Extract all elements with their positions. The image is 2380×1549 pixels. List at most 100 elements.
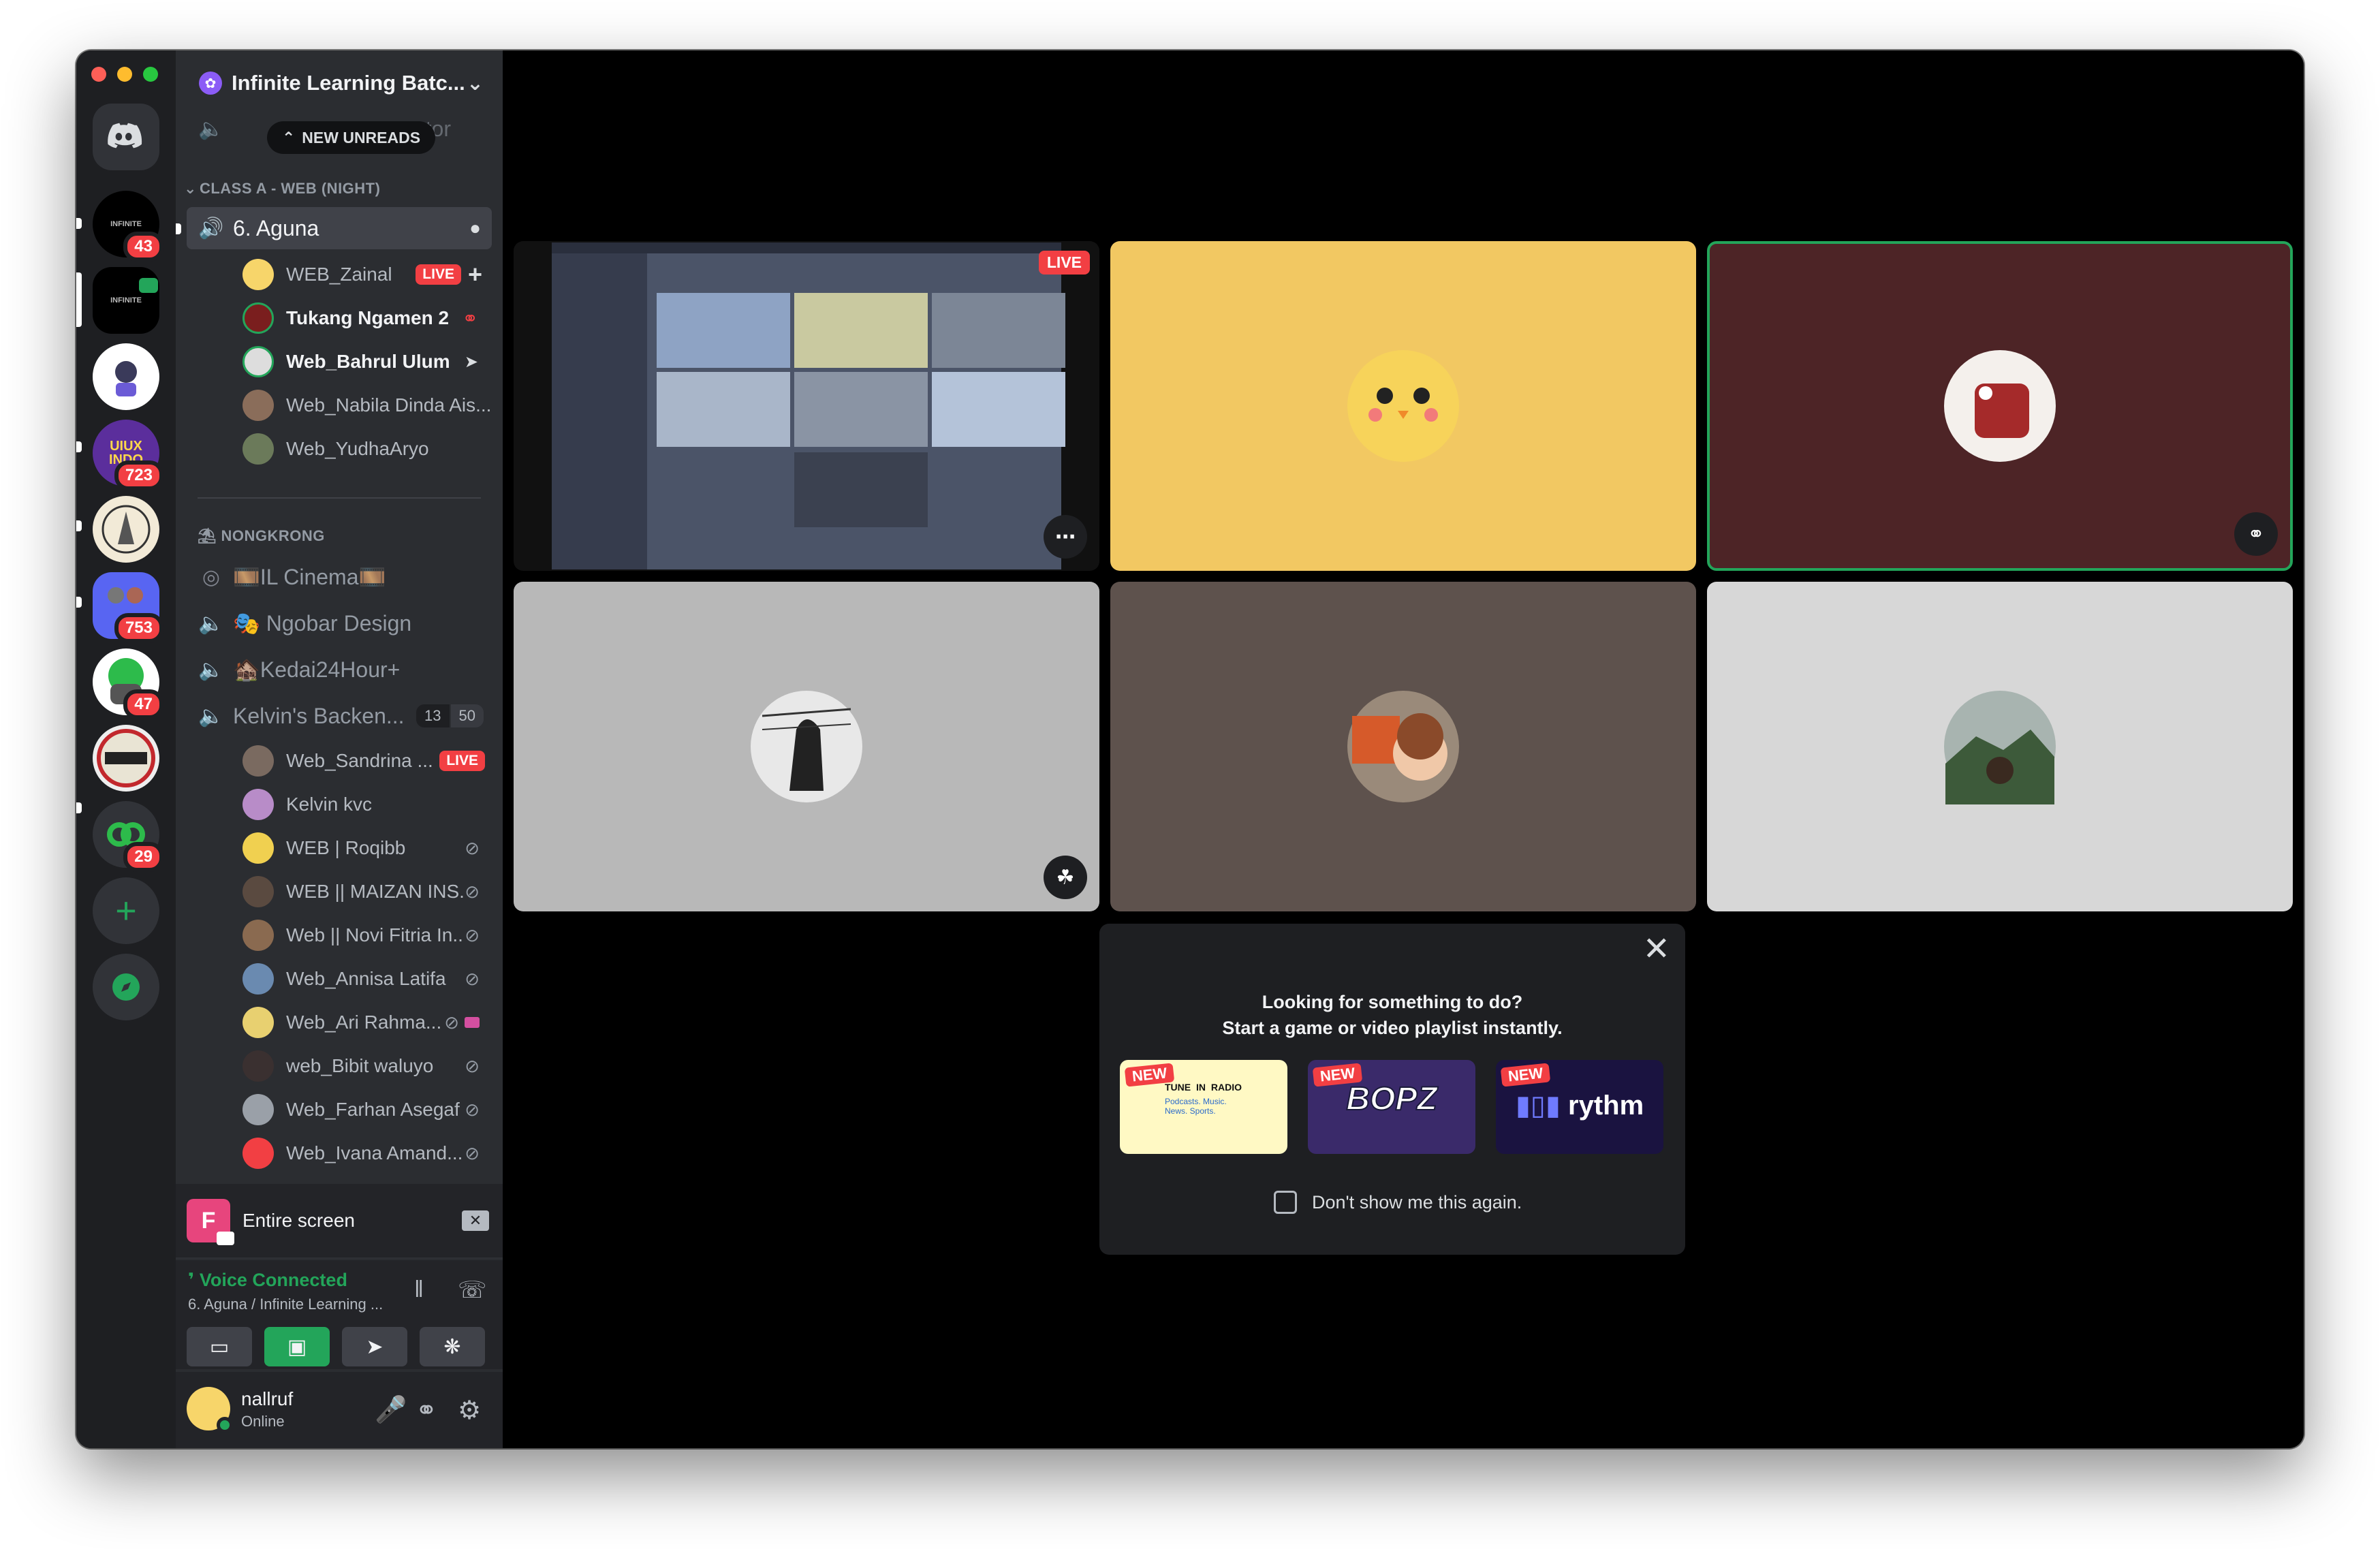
activity-button[interactable]: ➤ (342, 1327, 407, 1366)
voice-user[interactable]: WEB | Roqibb ⊘ (187, 828, 492, 868)
camera-icon (217, 1232, 234, 1245)
avatar (1347, 350, 1459, 462)
category-class-a[interactable]: ⌄ CLASS A - WEB (NIGHT) (184, 180, 489, 198)
game-title-text: rythm (1568, 1091, 1644, 1121)
avatar (242, 963, 274, 995)
user-tile-speaking[interactable]: ⚭ (1707, 241, 2293, 571)
channel-aguna[interactable]: 🔊 6. Aguna ● (187, 207, 492, 249)
voice-user[interactable]: Web_Bahrul Ulum ➤ (187, 342, 492, 381)
guild-discord-badge[interactable] (93, 725, 159, 792)
zoom-window-button[interactable] (143, 67, 158, 82)
user-name: Web_Bahrul Ulum (286, 351, 450, 372)
noise-suppression-icon[interactable]: ‖ (414, 1277, 424, 1303)
voice-user[interactable]: Web_Farhan Asegaf ⊘ (187, 1090, 492, 1129)
headphones-icon[interactable]: ⚭ (416, 1395, 437, 1426)
close-icon[interactable]: ✕ (1643, 933, 1670, 966)
avatar (242, 259, 274, 290)
voice-status[interactable]: ❜ Voice Connected (188, 1270, 347, 1291)
category-nongkrong[interactable]: ⛱ NONGKRONG (198, 527, 503, 545)
guild-folder[interactable]: 753 (93, 572, 163, 643)
guild-infinite-2[interactable]: INFINITE (93, 267, 159, 334)
checkbox[interactable] (1274, 1191, 1297, 1214)
server-header[interactable]: ✿ Infinite Learning Batc... ⌄ (176, 50, 503, 116)
explore-servers-button[interactable] (93, 954, 159, 1020)
screen-share-icon: ▣ (287, 1335, 307, 1358)
user-name: Kelvin kvc (286, 794, 373, 815)
voice-user[interactable]: Web_Ari Rahma... ⊘ (187, 1003, 492, 1042)
new-unreads-button[interactable]: ⌃ NEW UNREADS (267, 121, 436, 154)
guild-logo: INFINITE (93, 267, 159, 334)
signal-icon: ❜ (188, 1270, 195, 1290)
soundboard-button[interactable]: ❋ (420, 1327, 485, 1366)
avatar (1944, 691, 2056, 804)
voice-user[interactable]: Web_Nabila Dinda Ais... (187, 386, 492, 425)
camera-off-icon: ▭ (209, 1335, 230, 1358)
add-server-button[interactable]: + (93, 877, 159, 944)
user-name: WEB | Roqibb (286, 837, 406, 858)
channel-il-cinema[interactable]: ◎ 🎞️IL Cinema🎞️ (187, 556, 492, 598)
avatar (242, 346, 274, 377)
voice-user[interactable]: Web || Novi Fitria In... ⊘ (187, 916, 492, 955)
channel-kedai24hour[interactable]: 🔈 🏚️Kedai24Hour+ (187, 648, 492, 691)
my-username[interactable]: nallruf (241, 1388, 293, 1410)
more-options-icon[interactable]: ⋯ (1044, 515, 1087, 559)
avatar (242, 876, 274, 907)
user-tile[interactable] (1707, 582, 2293, 911)
activity-tunein-radio[interactable]: TUNE IN RADIO Podcasts. Music. News. Spo… (1120, 1060, 1287, 1154)
user-tile[interactable] (1110, 241, 1696, 571)
camera-off-button[interactable]: ▭ (187, 1327, 252, 1366)
guild-emblem[interactable] (93, 496, 159, 563)
voice-location[interactable]: 6. Aguna / Infinite Learning ... (188, 1296, 392, 1313)
voice-user[interactable]: Web_YudhaAryo (187, 429, 492, 469)
guild-badge: 43 (123, 232, 163, 262)
voice-user[interactable]: web_Bibit waluyo ⊘ (187, 1046, 492, 1086)
stream-tile[interactable]: LIVE ⋯ (514, 241, 1099, 571)
plus-icon[interactable]: + (468, 260, 482, 289)
avatar (242, 390, 274, 421)
user-name: web_Bibit waluyo (286, 1055, 434, 1076)
activity-suggestion-card: ✕ Looking for something to do? Start a g… (1099, 924, 1685, 1255)
phone-hangup-icon[interactable]: ☏ (458, 1277, 487, 1304)
screen-share-panel[interactable]: F Entire screen ✕ (176, 1184, 503, 1259)
user-tile[interactable]: ☘ (514, 582, 1099, 911)
guild-badge: 29 (123, 842, 163, 872)
guild-anime[interactable] (93, 343, 159, 410)
guild-avatar (93, 725, 159, 792)
voice-user[interactable]: Tukang Ngamen 2 ⚭ (187, 298, 492, 338)
new-tag: NEW (1500, 1063, 1551, 1087)
voice-user[interactable]: WEB_Zainal LIVE + (187, 255, 492, 294)
minimize-window-button[interactable] (117, 67, 132, 82)
voice-user[interactable]: WEB || MAIZAN INS... ⊘ (187, 872, 492, 911)
rocket-icon: ➤ (366, 1335, 383, 1358)
voice-user[interactable]: Web_Annisa Latifa ⊘ (187, 959, 492, 999)
activity-rythm[interactable]: ▮▯▮ rythm NEW (1496, 1060, 1663, 1154)
screen-share-button[interactable]: ▣ (264, 1327, 330, 1366)
voice-user[interactable]: Web_Ivana Amand... ⊘ (187, 1133, 492, 1173)
user-name: Web_YudhaAryo (286, 438, 429, 459)
gear-icon[interactable]: ⚙ (458, 1395, 481, 1426)
voice-user[interactable]: Web_Sandrina ... LIVE (187, 741, 492, 781)
home-button[interactable] (93, 104, 159, 170)
channel-kelvins-backend[interactable]: 🔈 Kelvin's Backen... 13 50 (187, 695, 492, 737)
microphone-icon[interactable]: 🎤 (375, 1395, 407, 1425)
unread-indicator (76, 597, 82, 608)
stop-streaming-icon[interactable]: ✕ (462, 1210, 489, 1231)
guild-uiux-indo[interactable]: UIUX INDO 723 (93, 420, 163, 490)
mic-muted-icon: ⊘ (465, 1055, 480, 1076)
mic-muted-icon: ⊘ (465, 968, 480, 989)
stage-icon: ◎ (202, 565, 221, 589)
dont-show-again-checkbox[interactable]: Don't show me this again. (1274, 1191, 1522, 1214)
avatar (242, 832, 274, 864)
channel-label: 🎭 Ngobar Design (233, 611, 412, 636)
video-grid: LIVE ⋯ ⚭ ☘ ✕ Looking for something to do… (503, 50, 2304, 1448)
voice-user[interactable]: Kelvin kvc (187, 785, 492, 824)
guild-chain[interactable]: 29 (93, 801, 163, 872)
channel-ngobar-design[interactable]: 🔈 🎭 Ngobar Design (187, 602, 492, 644)
guild-mascot[interactable]: 47 (93, 648, 163, 719)
chevron-down-icon: ⌄ (466, 72, 484, 95)
user-tile[interactable] (1110, 582, 1696, 911)
chat-bubble-icon[interactable]: ● (469, 217, 481, 239)
close-window-button[interactable] (91, 67, 106, 82)
guild-infinite-1[interactable]: INFINITE 43 (93, 191, 163, 262)
activity-bopz[interactable]: BOPZ NEW (1308, 1060, 1475, 1154)
